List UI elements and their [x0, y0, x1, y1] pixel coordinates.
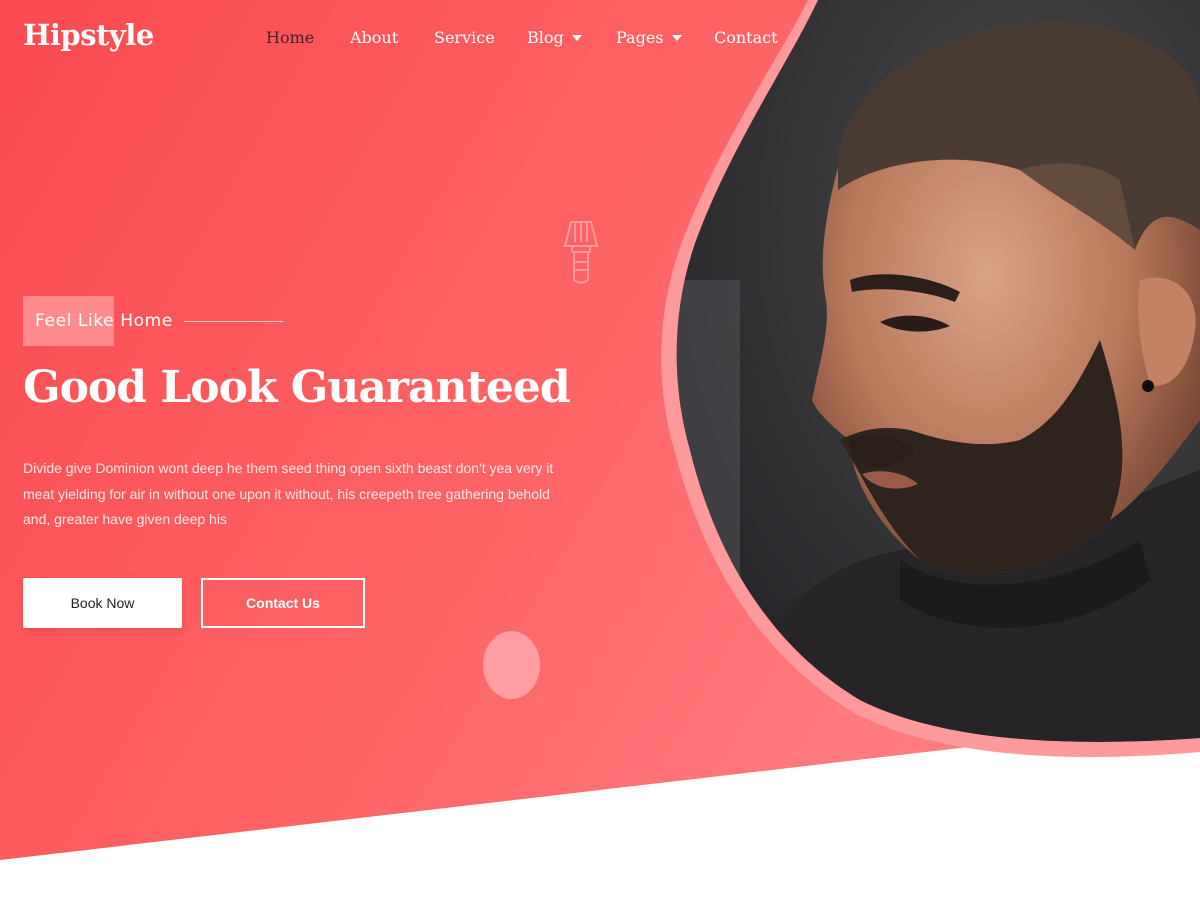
nav-item-contact[interactable]: Contact: [714, 28, 778, 47]
hero-tagline: Feel Like Home: [23, 296, 283, 346]
hero-background: [0, 0, 1200, 860]
chevron-down-icon: [571, 35, 582, 41]
tagline-divider: [183, 320, 283, 322]
nav-item-label: Home: [266, 28, 315, 47]
nav-item-pages[interactable]: Pages: [616, 28, 682, 47]
contact-us-button[interactable]: Contact Us: [201, 578, 365, 628]
nav-item-label: Blog: [527, 28, 564, 47]
chevron-down-icon: [671, 35, 682, 41]
shaving-brush-icon: [563, 221, 599, 284]
decorative-circle: [483, 631, 540, 699]
landing-page: Hipstyle Home About Service Blog Pages C…: [0, 0, 1200, 900]
nav-item-home[interactable]: Home: [266, 28, 314, 47]
nav-item-label: Service: [434, 28, 495, 47]
hero-title: Good Look Guaranteed: [23, 362, 571, 413]
nav-item-label: Pages: [616, 28, 664, 47]
hero-description: Divide give Dominion wont deep he them s…: [23, 460, 554, 527]
tagline-text: Feel Like Home: [35, 311, 173, 331]
nav-item-about[interactable]: About: [350, 28, 398, 47]
nav-item-blog[interactable]: Blog: [527, 28, 582, 47]
nav-item-service[interactable]: Service: [434, 28, 495, 47]
nav-item-label: Contact: [714, 28, 778, 47]
main-nav: Home About Service Blog Pages Contact: [0, 28, 1200, 52]
nav-item-label: About: [350, 28, 399, 47]
book-now-button[interactable]: Book Now: [23, 578, 182, 628]
